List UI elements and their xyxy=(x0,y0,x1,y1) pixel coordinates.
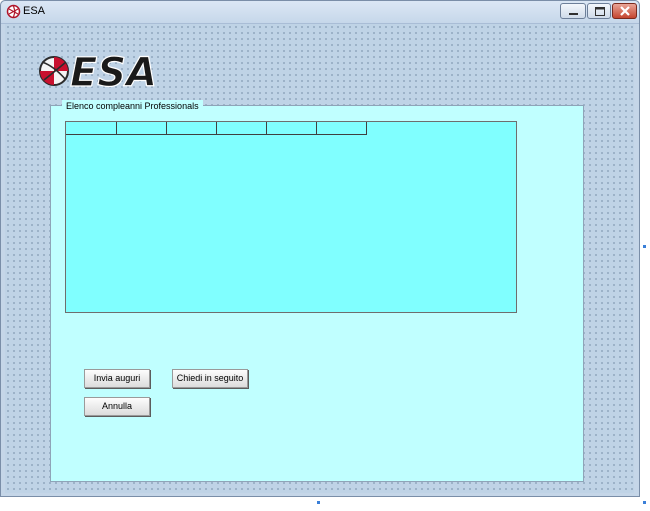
minimize-icon xyxy=(569,13,578,15)
title-bar[interactable]: ESA xyxy=(1,1,639,24)
grid-column-header[interactable] xyxy=(66,122,117,135)
maximize-button[interactable] xyxy=(587,3,611,19)
grid-column-header[interactable] xyxy=(167,122,217,135)
minimize-button[interactable] xyxy=(560,3,586,19)
close-icon xyxy=(620,6,630,16)
cancel-button[interactable]: Annulla xyxy=(84,397,150,416)
esa-app-icon xyxy=(6,4,21,19)
svg-text:ESA: ESA xyxy=(70,50,157,92)
send-wishes-button[interactable]: Invia auguri xyxy=(84,369,150,388)
close-button[interactable] xyxy=(612,3,637,19)
window-title: ESA xyxy=(23,5,46,17)
grid-column-header[interactable] xyxy=(217,122,267,135)
grid-column-header[interactable] xyxy=(267,122,317,135)
globe-icon xyxy=(39,56,69,86)
esa-logo: ESA xyxy=(39,49,158,92)
birthday-grid[interactable] xyxy=(65,121,517,313)
grid-column-header[interactable] xyxy=(117,122,167,135)
resize-handle[interactable] xyxy=(643,501,646,504)
maximize-icon xyxy=(595,7,605,16)
group-title: Elenco compleanni Professionals xyxy=(62,100,203,112)
grid-column-header[interactable] xyxy=(317,122,367,135)
ask-later-button[interactable]: Chiedi in seguito xyxy=(172,369,248,388)
grid-header xyxy=(66,122,367,135)
resize-handle[interactable] xyxy=(317,501,320,504)
resize-handle[interactable] xyxy=(643,245,646,248)
